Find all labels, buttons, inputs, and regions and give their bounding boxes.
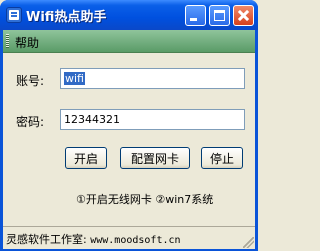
title-bar[interactable]: Wifi热点助手: [0, 0, 258, 30]
client-area: 帮助 账号: wifi 密码: 12344321 开启 配置网卡 停止 ①开启无…: [3, 30, 255, 249]
account-value: wifi: [64, 72, 85, 85]
app-icon: [6, 7, 22, 23]
menu-help[interactable]: 帮助: [15, 34, 39, 51]
stop-button[interactable]: 停止: [201, 147, 243, 169]
status-bar: 灵感软件工作室: www.moodsoft.cn: [3, 226, 255, 249]
maximize-button[interactable]: [209, 5, 230, 26]
account-label: 账号:: [16, 74, 45, 88]
status-url: www.moodsoft.cn: [90, 235, 181, 246]
status-company: 灵感软件工作室:: [6, 233, 87, 246]
password-value: 12344321: [64, 113, 120, 126]
app-window: Wifi热点助手 帮助 账号: wifi 密码: 12344321 开启 配置网…: [0, 0, 258, 251]
close-button[interactable]: [233, 5, 254, 26]
menu-bar: 帮助: [3, 30, 255, 53]
close-icon: [234, 6, 253, 25]
minimize-button[interactable]: [185, 5, 206, 26]
resize-grip-icon[interactable]: [243, 237, 254, 248]
password-label: 密码:: [16, 115, 45, 129]
toolbar-grip-icon[interactable]: [6, 34, 9, 48]
minimize-icon: [190, 18, 197, 21]
status-text: 灵感软件工作室: www.moodsoft.cn: [6, 231, 181, 247]
configure-nic-button[interactable]: 配置网卡: [120, 147, 190, 169]
account-input[interactable]: wifi: [60, 68, 245, 89]
maximize-icon: [214, 10, 225, 21]
window-title: Wifi热点助手: [26, 10, 107, 25]
password-input[interactable]: 12344321: [60, 109, 245, 130]
start-button[interactable]: 开启: [65, 147, 107, 169]
hint-text: ①开启无线网卡 ②win7系统: [76, 193, 214, 206]
